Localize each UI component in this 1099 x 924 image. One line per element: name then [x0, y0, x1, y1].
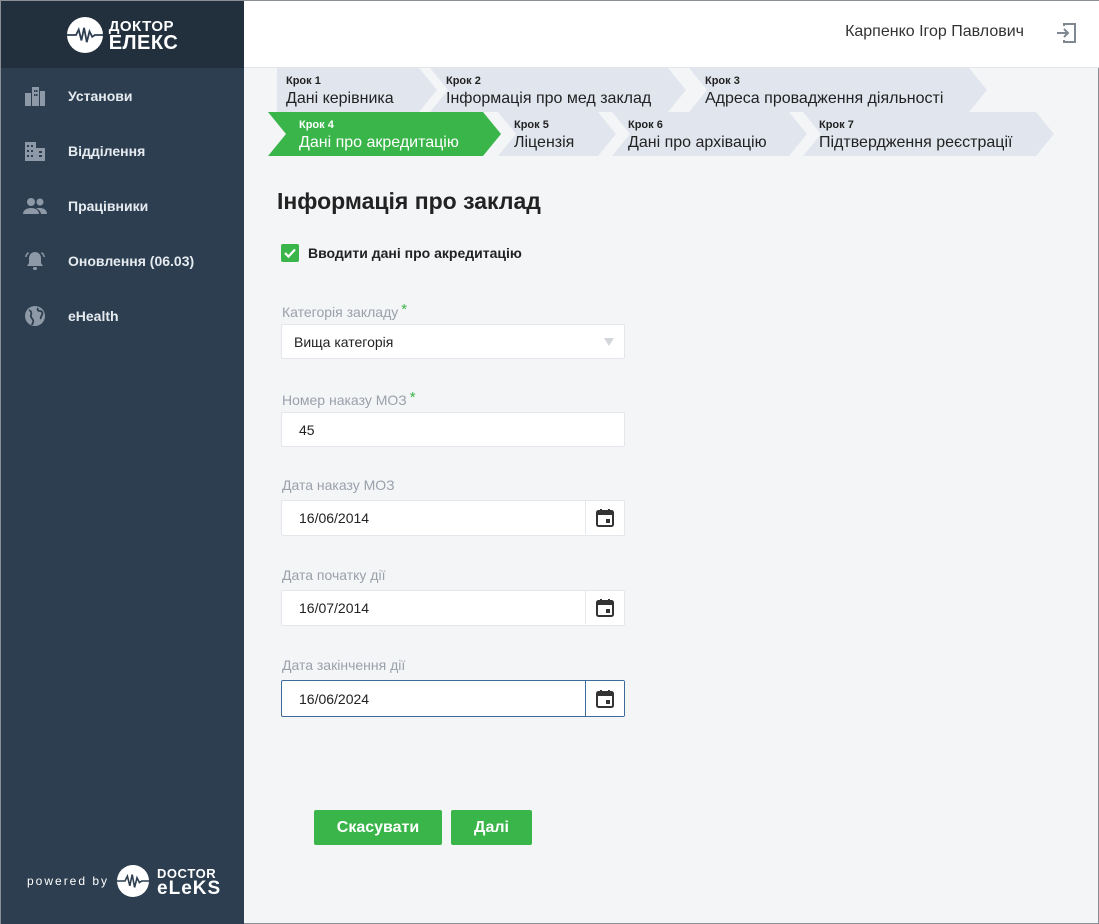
- heartbeat-logo-icon: [117, 865, 150, 897]
- step-title: Дані про архівацію: [628, 134, 767, 151]
- office-icon: [23, 139, 47, 163]
- step-number: Крок 2: [446, 75, 481, 87]
- step-number: Крок 1: [286, 75, 321, 87]
- step-7[interactable]: Крок 7 Підтвердження реєстрації: [803, 112, 1054, 156]
- user-name[interactable]: Карпенко Ігор Павлович: [845, 23, 1024, 41]
- logo-line-2: ЕЛЕКС: [108, 31, 179, 54]
- step-2[interactable]: Крок 2 Інформація про мед заклад: [430, 68, 686, 112]
- accreditation-checkbox-row[interactable]: Вводити дані про акредитацію: [281, 244, 522, 262]
- logout-icon[interactable]: [1054, 21, 1078, 45]
- people-icon: [23, 194, 47, 218]
- heartbeat-logo-icon: [66, 16, 103, 53]
- end-date-label: Дата закінчення дії: [282, 657, 406, 673]
- calendar-button[interactable]: [585, 501, 624, 534]
- step-1[interactable]: Крок 1 Дані керівника: [277, 68, 437, 112]
- step-number: Крок 7: [819, 119, 854, 131]
- step-title: Ліцензія: [514, 134, 575, 151]
- order-date-label: Дата наказу МОЗ: [282, 477, 395, 493]
- sidebar-item-label: Оновлення (06.03): [68, 252, 195, 269]
- sidebar-item-label: Працівники: [68, 197, 149, 214]
- order-number-input[interactable]: 45: [281, 412, 625, 447]
- footer-logo-line-2: eLeKS: [157, 878, 222, 899]
- sidebar-item-employees[interactable]: Працівники: [1, 178, 244, 233]
- step-title: Адреса провадження діяльності: [705, 90, 944, 107]
- start-date-input[interactable]: 16/07/2014: [281, 590, 625, 626]
- end-date-input[interactable]: 16/06/2024: [281, 680, 625, 717]
- order-number-label: Номер наказу МОЗ *: [282, 389, 416, 408]
- top-header: Карпенко Ігор Павлович: [244, 1, 1099, 68]
- sidebar-item-updates[interactable]: Оновлення (06.03): [1, 233, 244, 288]
- required-marker: *: [401, 301, 408, 318]
- building-icon: [23, 84, 47, 108]
- next-button[interactable]: Далі: [451, 810, 532, 845]
- powered-by-label: powered by: [27, 874, 110, 888]
- sidebar-item-label: eHealth: [68, 307, 119, 324]
- sidebar-item-institutions[interactable]: Установи: [1, 68, 244, 123]
- wizard-steps: Крок 1 Дані керівника Крок 2 Інформація …: [244, 68, 1099, 156]
- calendar-icon: [596, 689, 614, 708]
- order-date-value: 16/06/2014: [299, 510, 370, 526]
- checkmark-icon: [284, 248, 296, 259]
- calendar-icon: [596, 598, 614, 617]
- step-title: Дані про акредитацію: [299, 134, 459, 151]
- category-select-value: Вища категорія: [294, 333, 394, 350]
- calendar-button[interactable]: [585, 591, 624, 624]
- order-date-input[interactable]: 16/06/2014: [281, 500, 625, 536]
- order-number-value: 45: [299, 421, 315, 438]
- category-label: Категорія закладу *: [282, 301, 407, 320]
- logo-bar: ДОКТОР ЕЛЕКС: [1, 1, 244, 68]
- bell-icon: [23, 249, 47, 273]
- end-date-value: 16/06/2024: [299, 690, 370, 707]
- sidebar-item-ehealth[interactable]: eHealth: [1, 288, 244, 343]
- calendar-button[interactable]: [585, 681, 624, 716]
- sidebar-item-label: Установи: [68, 87, 133, 104]
- cancel-button[interactable]: Скасувати: [314, 810, 442, 845]
- sidebar-nav: Установи Відділення Працівники Оновлення…: [1, 68, 244, 343]
- step-title: Дані керівника: [286, 90, 394, 107]
- sidebar: ДОКТОР ЕЛЕКС Установи Відділення Працівн…: [1, 1, 244, 924]
- main-content: Інформація про заклад Вводити дані про а…: [244, 156, 1099, 924]
- powered-by-footer: powered by DOCTOR eLeKS: [27, 865, 222, 899]
- step-number: Крок 4: [299, 119, 334, 131]
- category-label-text: Категорія закладу: [282, 304, 399, 320]
- accreditation-checkbox-label: Вводити дані про акредитацію: [308, 245, 522, 261]
- globe-icon: [23, 304, 47, 328]
- required-marker: *: [409, 389, 416, 406]
- dropdown-arrow-icon: [604, 338, 614, 346]
- step-title: Інформація про мед заклад: [446, 90, 652, 107]
- step-5[interactable]: Крок 5 Ліцензія: [498, 112, 616, 156]
- step-3[interactable]: Крок 3 Адреса провадження діяльності: [689, 68, 987, 112]
- brand-logo[interactable]: ДОКТОР ЕЛЕКС: [66, 16, 179, 54]
- step-number: Крок 6: [628, 119, 663, 131]
- step-6[interactable]: Крок 6 Дані про архівацію: [612, 112, 807, 156]
- step-title: Підтвердження реєстрації: [819, 134, 1013, 151]
- start-date-label: Дата початку дії: [282, 567, 386, 583]
- accreditation-checkbox[interactable]: [281, 244, 299, 262]
- start-date-value: 16/07/2014: [299, 600, 370, 616]
- category-select[interactable]: Вища категорія: [281, 324, 625, 359]
- sidebar-item-label: Відділення: [68, 142, 146, 159]
- sidebar-item-departments[interactable]: Відділення: [1, 123, 244, 178]
- app-window: ДОКТОР ЕЛЕКС Установи Відділення Працівн…: [0, 0, 1099, 924]
- order-number-label-text: Номер наказу МОЗ: [282, 392, 407, 408]
- page-title: Інформація про заклад: [277, 188, 541, 214]
- step-number: Крок 5: [514, 119, 549, 131]
- step-4[interactable]: Крок 4 Дані про акредитацію: [268, 112, 501, 156]
- step-number: Крок 3: [705, 75, 740, 87]
- calendar-icon: [596, 508, 614, 527]
